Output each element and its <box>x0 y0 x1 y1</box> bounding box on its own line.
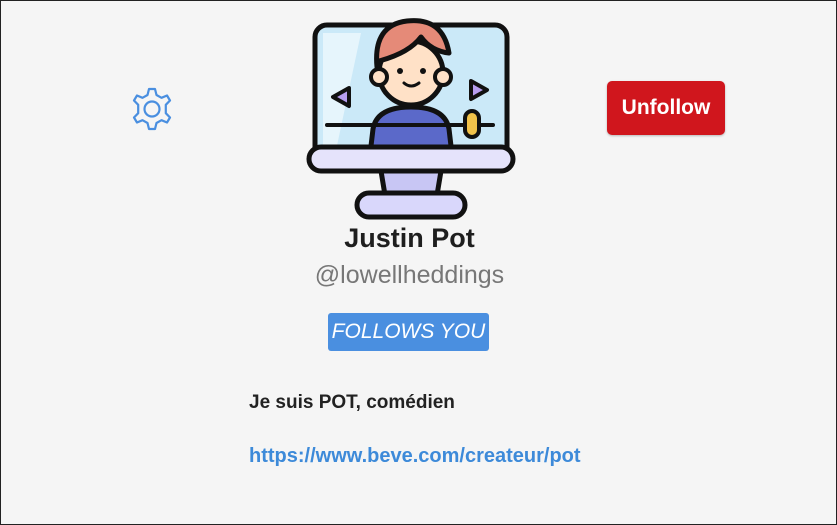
follows-you-badge: FOLLOWS YOU <box>328 313 489 351</box>
profile-name: Justin Pot <box>344 223 475 253</box>
profile-bio: Je suis POT, comédien <box>249 392 455 413</box>
avatar <box>306 18 516 220</box>
website-link[interactable]: https://www.beve.com/createur/pot <box>249 445 581 468</box>
gear-icon[interactable] <box>132 86 172 132</box>
profile-handle: @lowellheddings <box>314 261 505 289</box>
profile-panel: Unfollow Justin Pot @lowellheddings FOLL… <box>0 0 837 525</box>
unfollow-button[interactable]: Unfollow <box>607 81 725 135</box>
